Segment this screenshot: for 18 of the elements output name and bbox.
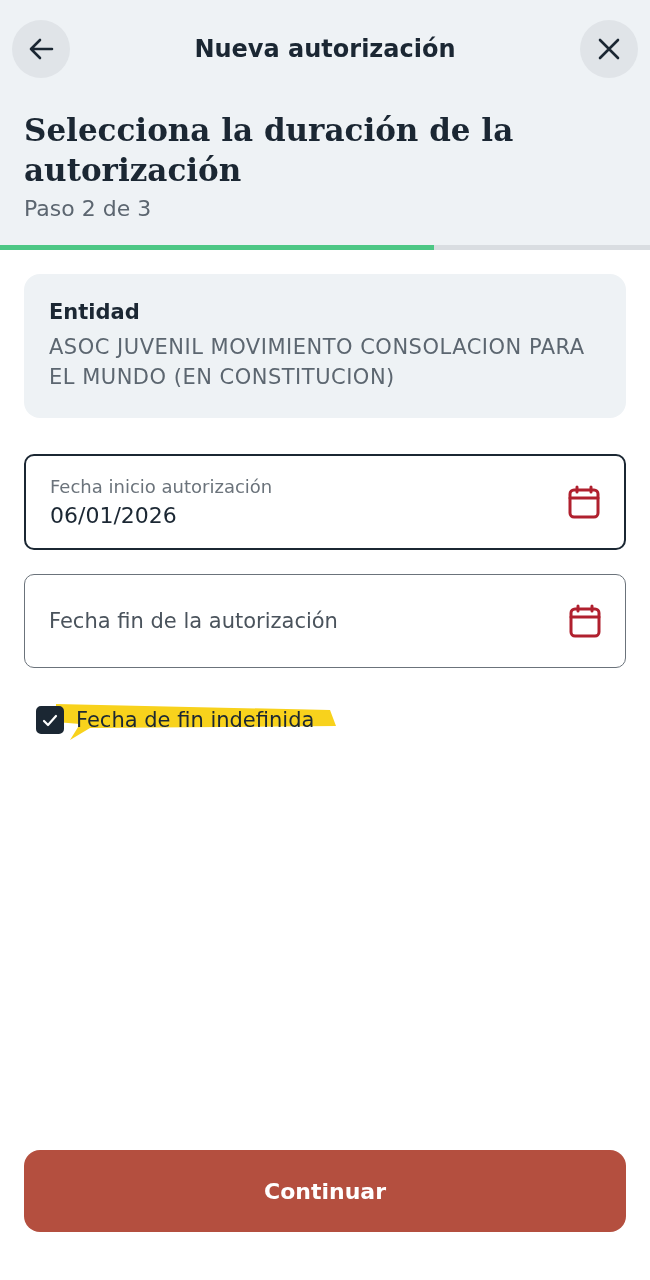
calendar-icon[interactable] (568, 485, 600, 519)
field-label: Fecha inicio autorización (50, 476, 274, 497)
field-placeholder: Fecha fin de la autorización (49, 609, 339, 633)
checkbox-label: Fecha de fin indefinida (76, 708, 315, 732)
back-arrow-icon (28, 37, 54, 61)
date-field[interactable]: Fecha inicio autorización 06/01/2026 (24, 454, 626, 550)
checkbox[interactable] (36, 706, 64, 734)
header-title: Nueva autorización (194, 35, 456, 63)
date-field[interactable]: Fecha fin de la autorización (24, 574, 626, 668)
step-heading: Selecciona la duración de la autorización (23, 111, 515, 190)
check-icon (42, 713, 58, 727)
continue-button[interactable]: Continuar (24, 1150, 626, 1232)
step-subtitle: Paso 2 de 3 (23, 196, 153, 221)
field-value: 06/01/2026 (50, 503, 178, 528)
entity-value: ASOC JUVENIL MOVIMIENTO CONSOLACION PARA EL MUNDO (EN CONSTITUCION) (49, 334, 586, 391)
close-icon (598, 38, 620, 60)
entity-label: Entidad (49, 300, 141, 324)
calendar-icon[interactable] (569, 604, 601, 638)
